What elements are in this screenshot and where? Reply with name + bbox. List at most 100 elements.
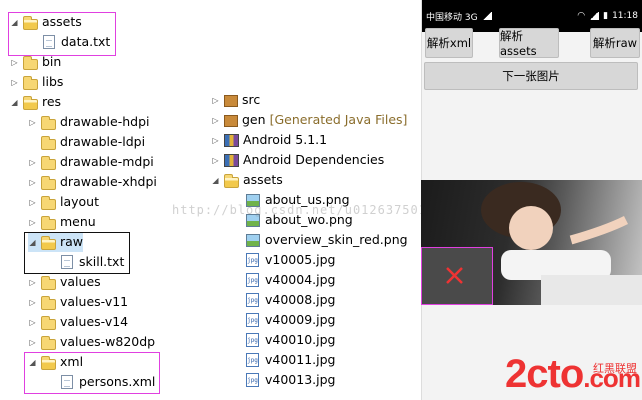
tree-item-label: menu bbox=[60, 214, 96, 229]
tree-item[interactable]: overview_skin_red.png bbox=[232, 230, 408, 250]
parse-raw-button[interactable]: 解析raw bbox=[590, 28, 640, 58]
tree-item-label: Android Dependencies bbox=[243, 152, 385, 167]
folder-icon bbox=[41, 175, 56, 190]
tree-item[interactable]: jpg v40010.jpg bbox=[232, 330, 335, 350]
signal-icon bbox=[481, 12, 492, 20]
folder-icon bbox=[41, 315, 56, 330]
tree-item-label: layout bbox=[60, 194, 100, 209]
folder-icon bbox=[23, 95, 38, 110]
clock-label: 11:18 bbox=[612, 11, 638, 21]
tree-item-label: values-v14 bbox=[60, 314, 129, 329]
tree-item-label: v40010.jpg bbox=[265, 332, 336, 347]
watermark-text: http://blog.csdn.net/u012637501 bbox=[172, 203, 427, 217]
collapsed-arrow-icon[interactable]: ▷ bbox=[28, 172, 37, 192]
tree-item[interactable]: ▷ drawable-mdpi bbox=[28, 152, 154, 172]
folder-icon bbox=[41, 115, 56, 130]
battery-icon: ▮ bbox=[603, 11, 609, 21]
collapsed-arrow-icon[interactable]: ▷ bbox=[28, 272, 37, 292]
collapsed-arrow-icon[interactable]: ▷ bbox=[28, 332, 37, 352]
tree-item[interactable]: jpg v40004.jpg bbox=[232, 270, 335, 290]
tree-item-label: drawable-mdpi bbox=[60, 154, 154, 169]
tree-item-label: v40008.jpg bbox=[265, 292, 336, 307]
carrier-label: 中国移动 3G bbox=[426, 12, 478, 23]
folder-icon bbox=[41, 135, 56, 150]
tree-item-suffix: [Generated Java Files] bbox=[269, 112, 408, 127]
parse-xml-button[interactable]: 解析xml bbox=[425, 28, 473, 58]
folder-icon bbox=[41, 275, 56, 290]
tree-item[interactable]: ▷ menu bbox=[28, 212, 96, 232]
tree-item[interactable]: ▷ values-v11 bbox=[28, 292, 128, 312]
tree-item-label: drawable-ldpi bbox=[60, 134, 146, 149]
expanded-arrow-icon[interactable]: ◢ bbox=[10, 92, 19, 112]
tree-item-label: v10005.jpg bbox=[265, 252, 336, 267]
parse-assets-button[interactable]: 解析assets bbox=[499, 28, 559, 58]
tree-item[interactable]: ▷ Android Dependencies bbox=[211, 150, 384, 170]
collapsed-arrow-icon[interactable]: ▷ bbox=[10, 72, 19, 92]
assets-highlight-box bbox=[8, 12, 116, 56]
tree-item-label: libs bbox=[42, 74, 64, 89]
next-image-button[interactable]: 下一张图片 bbox=[424, 62, 638, 90]
collapsed-arrow-icon[interactable]: ▷ bbox=[211, 150, 220, 170]
collapsed-arrow-icon[interactable]: ▷ bbox=[28, 212, 37, 232]
collapsed-arrow-icon[interactable]: ▷ bbox=[28, 152, 37, 172]
tree-item[interactable]: jpg v40013.jpg bbox=[232, 370, 335, 390]
tree-item[interactable]: ▷ values-v14 bbox=[28, 312, 128, 332]
folder-icon bbox=[41, 295, 56, 310]
folder-icon bbox=[41, 335, 56, 350]
collapsed-arrow-icon[interactable]: ▷ bbox=[211, 110, 220, 130]
folder-icon bbox=[23, 55, 38, 70]
tree-item-label: v40004.jpg bbox=[265, 272, 336, 287]
tree-item[interactable]: jpg v40009.jpg bbox=[232, 310, 335, 330]
tree-item[interactable]: ▷ libs bbox=[10, 72, 63, 92]
collapsed-arrow-icon[interactable]: ▷ bbox=[211, 130, 220, 150]
tree-item-label: v40011.jpg bbox=[265, 352, 336, 367]
tree-item-label: drawable-xhdpi bbox=[60, 174, 157, 189]
jpg-file-icon: jpg bbox=[246, 293, 259, 307]
tree-item-label: values bbox=[60, 274, 101, 289]
tree-item[interactable]: ▷ drawable-xhdpi bbox=[28, 172, 157, 192]
tree-item[interactable]: jpg v40008.jpg bbox=[232, 290, 335, 310]
tree-item[interactable]: ◢ res bbox=[10, 92, 61, 112]
tree-item[interactable]: jpg v40011.jpg bbox=[232, 350, 335, 370]
tree-item[interactable]: ▷ drawable-hdpi bbox=[28, 112, 150, 132]
tree-item[interactable]: jpg v10005.jpg bbox=[232, 250, 335, 270]
collapsed-arrow-icon[interactable]: ▷ bbox=[211, 90, 220, 110]
collapsed-arrow-icon[interactable]: ▷ bbox=[28, 292, 37, 312]
tree-item-label: gen bbox=[242, 112, 266, 127]
source-folder-icon bbox=[224, 95, 238, 107]
tree-item[interactable]: ▷ Android 5.1.1 bbox=[211, 130, 327, 150]
tree-item-label: overview_skin_red.png bbox=[265, 232, 408, 247]
tree-item-label: values-v11 bbox=[60, 294, 129, 309]
tree-item[interactable]: drawable-ldpi bbox=[28, 132, 145, 152]
tree-item[interactable]: ▷ layout bbox=[28, 192, 99, 212]
source-folder-icon bbox=[224, 115, 238, 127]
tree-item[interactable]: ▷ gen [Generated Java Files] bbox=[211, 110, 407, 130]
folder-icon bbox=[224, 173, 239, 188]
tree-item[interactable]: ◢ assets bbox=[211, 170, 283, 190]
jpg-file-icon: jpg bbox=[246, 353, 259, 367]
collapsed-arrow-icon[interactable]: ▷ bbox=[28, 112, 37, 132]
tree-item-label: assets bbox=[243, 172, 283, 187]
tree-item[interactable]: ▷ values bbox=[28, 272, 101, 292]
expanded-arrow-icon[interactable]: ◢ bbox=[211, 170, 220, 190]
tree-item[interactable]: ▷ values-w820dp bbox=[28, 332, 155, 352]
collapsed-arrow-icon[interactable]: ▷ bbox=[28, 312, 37, 332]
jpg-file-icon: jpg bbox=[246, 333, 259, 347]
tree-item[interactable]: ▷ src bbox=[211, 90, 260, 110]
tree-item-label: v40013.jpg bbox=[265, 372, 336, 387]
image-file-icon bbox=[246, 233, 260, 247]
site-logo-subtitle: 红黑联盟 bbox=[593, 362, 637, 375]
tree-item-label: values-w820dp bbox=[60, 334, 156, 349]
folder-icon bbox=[41, 155, 56, 170]
jpg-file-icon: jpg bbox=[246, 313, 259, 327]
collapsed-arrow-icon[interactable]: ▷ bbox=[28, 192, 37, 212]
jpg-file-icon: jpg bbox=[246, 273, 259, 287]
